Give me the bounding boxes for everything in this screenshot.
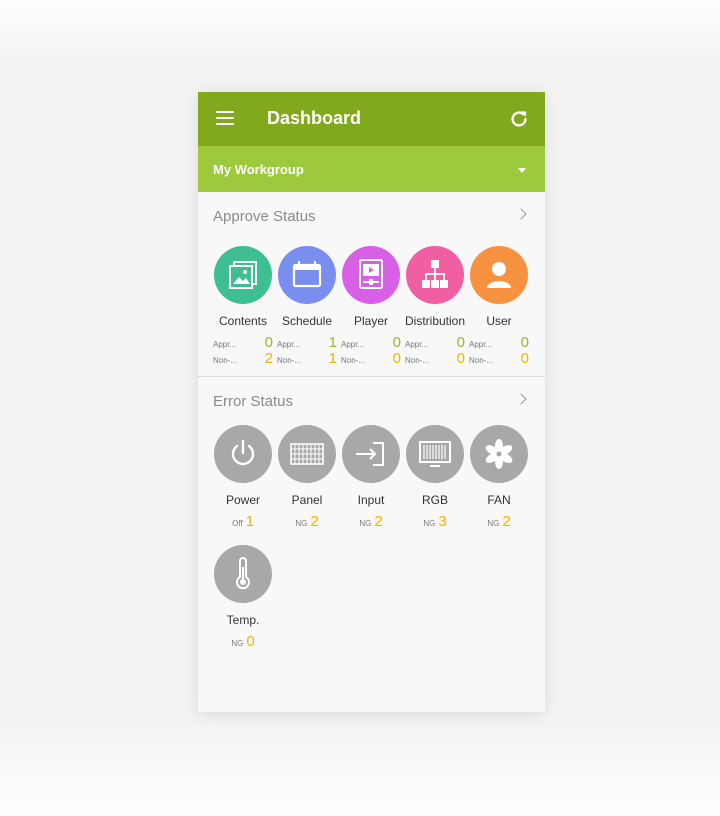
workgroup-label: My Workgroup bbox=[213, 162, 304, 177]
error-item-temp[interactable]: Temp. NG 0 bbox=[211, 545, 275, 650]
approved-count: 0 bbox=[520, 334, 529, 351]
hamburger-menu-icon[interactable] bbox=[216, 111, 234, 125]
status-value: 1 bbox=[245, 513, 254, 530]
status-value: 3 bbox=[438, 513, 447, 530]
non-approved-count: 0 bbox=[520, 350, 529, 367]
monitor-icon bbox=[406, 425, 464, 483]
item-label: Distribution bbox=[404, 314, 466, 328]
error-item-power[interactable]: Power Off 1 bbox=[211, 425, 275, 530]
status-label: NG bbox=[487, 519, 500, 528]
error-item-input[interactable]: Input NG 2 bbox=[339, 425, 403, 530]
error-count: NG 3 bbox=[403, 513, 467, 530]
approved-label: Appr... bbox=[213, 340, 237, 349]
approved-count: 1 bbox=[328, 334, 337, 351]
approved-count: 0 bbox=[392, 334, 401, 351]
item-label: Input bbox=[357, 493, 385, 507]
approve-item-user[interactable]: User Appr... 0 Non-... 0 bbox=[467, 246, 531, 367]
status-label: NG bbox=[295, 519, 308, 528]
status-label: NG bbox=[231, 639, 244, 648]
approved-label: Appr... bbox=[405, 340, 429, 349]
panel-grid-icon bbox=[278, 425, 336, 483]
item-label: FAN bbox=[487, 493, 511, 507]
approve-item-distribution[interactable]: Distribution Appr... 0 Non-... 0 bbox=[403, 246, 467, 367]
power-icon bbox=[214, 425, 272, 483]
error-count: NG 2 bbox=[339, 513, 403, 530]
workgroup-selector[interactable]: My Workgroup bbox=[198, 146, 545, 192]
item-label: User bbox=[486, 314, 512, 328]
non-approved-label: Non-... bbox=[213, 356, 238, 365]
status-label: NG bbox=[423, 519, 436, 528]
approve-item-schedule[interactable]: Schedule Appr... 1 Non-... 1 bbox=[275, 246, 339, 367]
input-icon bbox=[342, 425, 400, 483]
item-label: Player bbox=[353, 314, 388, 328]
chevron-right-icon[interactable] bbox=[515, 393, 527, 405]
item-label: Schedule bbox=[281, 314, 333, 328]
caret-down-icon bbox=[518, 168, 526, 173]
page-title: Dashboard bbox=[267, 108, 362, 128]
approve-item-contents[interactable]: Contents Appr... 0 Non-... 2 bbox=[211, 246, 275, 367]
approve-status-grid: Contents Appr... 0 Non-... 2 Schedule Ap… bbox=[198, 238, 545, 376]
app-screen: Dashboard My Workgroup Approve Status Co… bbox=[198, 92, 545, 712]
non-approved-count: 0 bbox=[456, 350, 465, 367]
user-icon bbox=[470, 246, 528, 304]
status-value: 2 bbox=[374, 513, 383, 530]
approved-label: Appr... bbox=[277, 340, 301, 349]
status-label: Off bbox=[232, 519, 243, 528]
status-value: 2 bbox=[310, 513, 319, 530]
player-icon bbox=[342, 246, 400, 304]
item-label: Contents bbox=[218, 314, 268, 328]
status-label: NG bbox=[359, 519, 372, 528]
item-label: Temp. bbox=[226, 613, 260, 627]
approve-status-title: Approve Status bbox=[213, 208, 316, 225]
approved-count: 0 bbox=[456, 334, 465, 351]
hierarchy-icon bbox=[406, 246, 464, 304]
error-item-fan[interactable]: FAN NG 2 bbox=[467, 425, 531, 530]
approved-label: Appr... bbox=[341, 340, 365, 349]
approved-count: 0 bbox=[264, 334, 273, 351]
item-label: RGB bbox=[421, 493, 448, 507]
non-approved-label: Non-... bbox=[341, 356, 366, 365]
error-status-header[interactable]: Error Status bbox=[198, 377, 545, 423]
error-count: NG 2 bbox=[467, 513, 531, 530]
error-count: NG 0 bbox=[211, 633, 275, 650]
error-item-panel[interactable]: Panel NG 2 bbox=[275, 425, 339, 530]
image-icon bbox=[214, 246, 272, 304]
item-label: Panel bbox=[291, 493, 323, 507]
approved-label: Appr... bbox=[469, 340, 493, 349]
error-status-grid: Power Off 1 Panel NG 2 Input NG 2 RGB NG… bbox=[198, 423, 545, 712]
non-approved-count: 2 bbox=[264, 350, 273, 367]
chevron-right-icon[interactable] bbox=[515, 208, 527, 220]
thermometer-icon bbox=[214, 545, 272, 603]
top-app-bar: Dashboard bbox=[198, 92, 545, 146]
status-value: 0 bbox=[246, 633, 255, 650]
non-approved-label: Non-... bbox=[405, 356, 430, 365]
item-label: Power bbox=[225, 493, 260, 507]
error-status-title: Error Status bbox=[213, 393, 294, 410]
error-count: Off 1 bbox=[211, 513, 275, 530]
status-value: 2 bbox=[502, 513, 511, 530]
non-approved-count: 0 bbox=[392, 350, 401, 367]
non-approved-label: Non-... bbox=[469, 356, 494, 365]
approve-status-header[interactable]: Approve Status bbox=[198, 192, 545, 238]
error-item-rgb[interactable]: RGB NG 3 bbox=[403, 425, 467, 530]
approve-item-player[interactable]: Player Appr... 0 Non-... 0 bbox=[339, 246, 403, 367]
refresh-icon[interactable] bbox=[508, 108, 530, 130]
calendar-icon bbox=[278, 246, 336, 304]
error-count: NG 2 bbox=[275, 513, 339, 530]
non-approved-label: Non-... bbox=[277, 356, 302, 365]
non-approved-count: 1 bbox=[328, 350, 337, 367]
fan-icon bbox=[470, 425, 528, 483]
